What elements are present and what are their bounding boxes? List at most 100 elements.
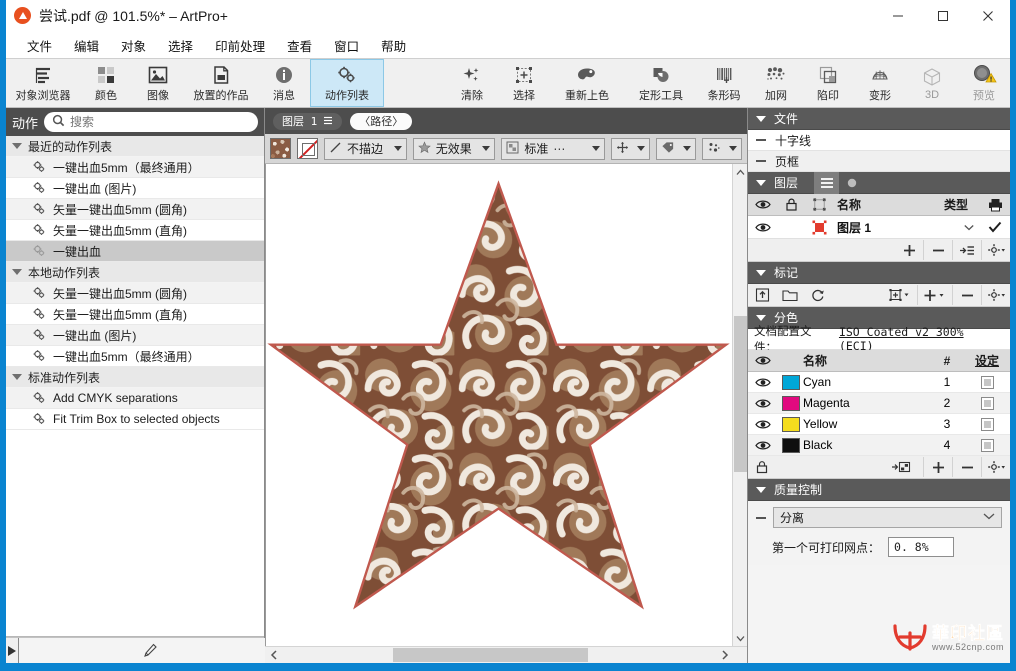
toolbar-barcode-button[interactable]: 条形码 [698, 59, 750, 107]
folder-button[interactable] [776, 284, 804, 306]
file-row-pageframe[interactable]: 页框 [748, 151, 1010, 172]
toolbar-messages-button[interactable]: 消息 [258, 59, 310, 107]
run-action-button[interactable] [6, 638, 18, 663]
stroke-dropdown[interactable]: 不描边 [324, 137, 407, 160]
action-item[interactable]: 矢量一键出血5mm (直角) [6, 304, 264, 325]
add-separation-button[interactable] [924, 456, 952, 478]
separation-setting-checkbox[interactable] [964, 417, 1010, 431]
scroll-right-button[interactable] [716, 647, 733, 663]
scroll-down-button[interactable] [733, 630, 748, 646]
action-group-standard[interactable]: 标准动作列表 [6, 367, 264, 388]
fill-swatch-button[interactable] [270, 138, 291, 159]
toolbar-color-button[interactable]: 颜色 [80, 59, 132, 107]
section-header-quality[interactable]: 质量控制 [748, 479, 1010, 501]
toolbar-warp-button[interactable]: 变形 [854, 59, 906, 107]
add-mark-button[interactable] [918, 284, 952, 306]
separation-setting-checkbox[interactable] [964, 396, 1010, 410]
tab-layer-circle[interactable] [839, 172, 864, 194]
action-item[interactable]: 矢量一键出血5mm (圆角) [6, 199, 264, 220]
vertical-scroll-thumb[interactable] [734, 316, 747, 472]
place-mark-button[interactable] [881, 284, 917, 306]
section-header-marks[interactable]: 标记 [748, 262, 1010, 284]
menu-window[interactable]: 窗口 [323, 32, 370, 59]
separation-setting-checkbox[interactable] [964, 438, 1010, 452]
action-item[interactable]: 矢量一键出血5mm (圆角) [6, 283, 264, 304]
actions-search-box[interactable] [44, 112, 258, 132]
remove-separation-button[interactable] [953, 456, 981, 478]
separation-row[interactable]: Cyan 1 [748, 372, 1010, 393]
toolbar-image-button[interactable]: 图像 [132, 59, 184, 107]
toolbar-recolor-button[interactable]: 重新上色 [550, 59, 624, 107]
effect-dropdown[interactable]: 无效果 [412, 137, 496, 160]
horizontal-scroll-thumb[interactable] [393, 648, 588, 662]
quality-check-select[interactable]: 分离 [773, 507, 1002, 528]
toolbar-screening-button[interactable]: 加网 [750, 59, 802, 107]
menu-edit[interactable]: 编辑 [63, 32, 110, 59]
layer-gear-button[interactable] [982, 239, 1010, 261]
maximize-button[interactable] [920, 0, 965, 32]
menu-select[interactable]: 选择 [157, 32, 204, 59]
merge-separations-button[interactable] [887, 456, 923, 478]
toolbar-placed-artwork-button[interactable]: 放置的作品 [184, 59, 258, 107]
toolbar-preview-button[interactable]: 预览 [958, 59, 1010, 107]
add-layer-button[interactable] [895, 239, 923, 261]
remove-mark-button[interactable] [953, 284, 981, 306]
load-mark-button[interactable] [748, 284, 776, 306]
stroke-swatch-button[interactable] [297, 138, 318, 159]
toolbar-3d-button[interactable]: 3D [906, 59, 958, 107]
separation-setting-checkbox[interactable] [964, 375, 1010, 389]
canvas-vertical-scrollbar[interactable] [732, 164, 747, 646]
action-item[interactable]: 矢量一键出血5mm (直角) [6, 220, 264, 241]
action-item[interactable]: Fit Trim Box to selected objects [6, 409, 264, 430]
document-canvas[interactable] [265, 164, 732, 646]
separation-row[interactable]: Yellow 3 [748, 414, 1010, 435]
edit-action-button[interactable] [18, 638, 281, 663]
action-item-selected[interactable]: 一键出血 [6, 241, 264, 262]
action-item[interactable]: 一键出血5mm（最终通用） [6, 346, 264, 367]
layer-row[interactable]: 图层 1 [748, 216, 1010, 239]
action-item[interactable]: 一键出血 (图片) [6, 178, 264, 199]
blend-mode-dropdown[interactable]: 标准 ⋯ [501, 137, 605, 160]
mark-gear-button[interactable] [982, 284, 1010, 306]
layer-visibility-toggle[interactable] [748, 222, 778, 233]
separation-row[interactable]: Magenta 2 [748, 393, 1010, 414]
blend-more-dots[interactable]: ⋯ [553, 142, 566, 156]
menu-help[interactable]: 帮助 [370, 32, 417, 59]
menu-object[interactable]: 对象 [110, 32, 157, 59]
separation-visibility-toggle[interactable] [748, 377, 778, 388]
move-dropdown[interactable] [610, 137, 651, 160]
menu-prepress[interactable]: 印前处理 [204, 32, 276, 59]
close-button[interactable] [965, 0, 1010, 32]
separation-row[interactable]: Black 4 [748, 435, 1010, 456]
artwork-star[interactable] [266, 164, 732, 646]
layer-order-button[interactable] [953, 239, 981, 261]
tag-dropdown[interactable] [656, 137, 697, 160]
toolbar-shape-tool-button[interactable]: 定形工具 [624, 59, 698, 107]
section-header-layers[interactable]: 图层 [748, 171, 1010, 194]
refresh-button[interactable] [804, 284, 832, 306]
minimize-button[interactable] [875, 0, 920, 32]
tab-layer-list[interactable] [814, 171, 840, 194]
scroll-left-button[interactable] [265, 647, 282, 663]
first-printable-dot-input[interactable]: 0. 8% [888, 537, 955, 557]
action-item[interactable]: 一键出血 (图片) [6, 325, 264, 346]
action-group-local[interactable]: 本地动作列表 [6, 262, 264, 283]
layer-type-dropdown[interactable] [932, 224, 980, 231]
toolbar-action-list-button[interactable]: 动作列表 [310, 59, 384, 107]
file-row-crosshair[interactable]: 十字线 [748, 130, 1010, 151]
context-path-pill[interactable]: 〈路径〉 [350, 112, 413, 130]
canvas-horizontal-scrollbar[interactable] [265, 646, 747, 663]
actions-search-input[interactable] [70, 115, 250, 129]
action-group-recent[interactable]: 最近的动作列表 [6, 136, 264, 157]
scroll-up-button[interactable] [733, 164, 748, 180]
remove-layer-button[interactable] [924, 239, 952, 261]
context-layer-pill[interactable]: 图层 1 [273, 112, 343, 130]
toolbar-clean-button[interactable]: 清除 [446, 59, 498, 107]
separations-lock-button[interactable] [748, 456, 776, 478]
screening-dropdown[interactable] [702, 137, 742, 160]
separation-visibility-toggle[interactable] [748, 419, 778, 430]
toolbar-object-browser-button[interactable]: 对象浏览器 [6, 59, 80, 107]
section-header-file[interactable]: 文件 [748, 108, 1010, 130]
layer-print-check[interactable] [980, 221, 1010, 233]
menu-file[interactable]: 文件 [16, 32, 63, 59]
